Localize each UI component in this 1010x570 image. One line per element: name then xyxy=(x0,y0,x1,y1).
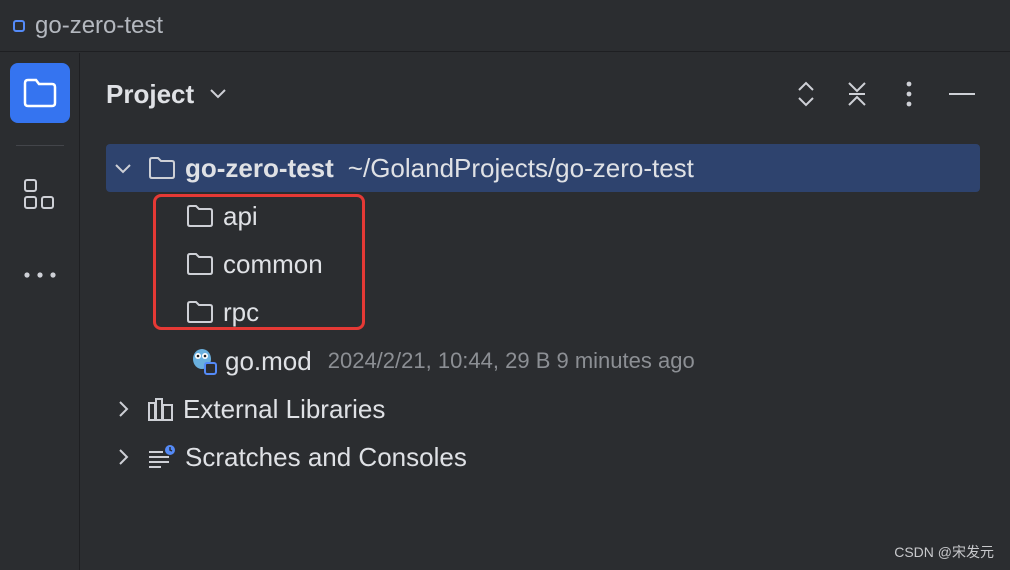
options-icon xyxy=(906,81,912,107)
activity-bar xyxy=(0,53,80,570)
folder-icon xyxy=(149,157,175,179)
title-bar: go-zero-test xyxy=(0,0,1010,52)
expand-all-button[interactable] xyxy=(791,79,821,109)
chevron-down-icon[interactable] xyxy=(209,87,227,99)
chevron-right-icon[interactable] xyxy=(117,400,129,418)
tree-root-row[interactable]: go-zero-test ~/GolandProjects/go-zero-te… xyxy=(106,144,980,192)
scratches-icon xyxy=(149,445,175,468)
hide-button[interactable] xyxy=(947,79,977,109)
watermark: CSDN @宋发元 xyxy=(894,544,994,560)
activity-separator xyxy=(16,145,64,146)
panel-header: Project xyxy=(81,53,1010,137)
chevron-right-icon[interactable] xyxy=(117,448,129,466)
chevron-down-icon[interactable] xyxy=(114,162,132,174)
options-button[interactable] xyxy=(894,79,924,109)
file-name: go.mod xyxy=(225,345,312,376)
window-title[interactable]: go-zero-test xyxy=(35,12,163,40)
tree-file-row[interactable]: go.mod 2024/2/21, 10:44, 29 B 9 minutes … xyxy=(106,337,980,385)
collapse-all-button[interactable] xyxy=(842,79,872,109)
panel-title[interactable]: Project xyxy=(106,79,194,110)
hide-icon xyxy=(949,93,975,95)
tree-scratches-row[interactable]: Scratches and Consoles xyxy=(106,433,980,481)
file-meta: 2024/2/21, 10:44, 29 B 9 minutes ago xyxy=(327,348,695,373)
annotation-highlight-box xyxy=(153,194,365,330)
structure-tool-button[interactable] xyxy=(10,165,70,225)
root-path: ~/GolandProjects/go-zero-test xyxy=(347,152,694,183)
collapse-all-icon xyxy=(848,82,866,106)
root-name: go-zero-test xyxy=(185,152,334,183)
project-tool-button[interactable] xyxy=(10,63,70,123)
structure-icon xyxy=(24,179,54,209)
go-mod-icon xyxy=(193,349,217,375)
project-color-icon xyxy=(13,19,25,32)
folder-icon xyxy=(23,78,57,108)
scratches-label: Scratches and Consoles xyxy=(185,441,467,472)
expand-all-icon xyxy=(798,81,814,107)
library-icon xyxy=(148,398,173,421)
more-tools-button[interactable] xyxy=(10,245,70,305)
tree-external-libraries-row[interactable]: External Libraries xyxy=(106,385,980,433)
more-icon xyxy=(24,272,56,278)
external-libraries-label: External Libraries xyxy=(183,393,386,424)
